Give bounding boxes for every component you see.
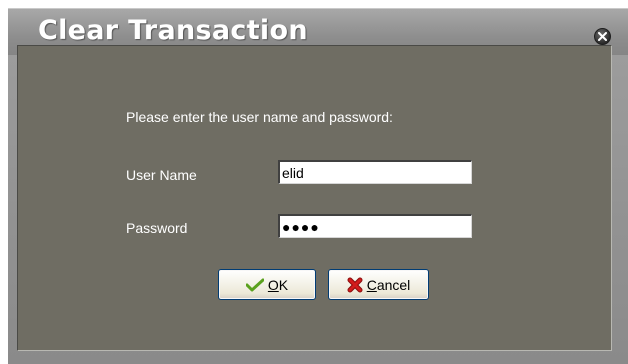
instruction-text: Please enter the user name and password: bbox=[126, 109, 393, 125]
red-x-icon bbox=[347, 277, 363, 292]
username-label: User Name bbox=[126, 167, 197, 183]
ok-label: OK bbox=[267, 276, 289, 293]
checkmark-icon bbox=[245, 278, 264, 291]
dialog-title: Clear Transaction bbox=[38, 15, 308, 46]
cancel-label: Cancel bbox=[366, 276, 411, 293]
username-input[interactable] bbox=[278, 160, 472, 184]
dialog-body: Please enter the user name and password:… bbox=[17, 45, 612, 351]
password-label: Password bbox=[126, 220, 188, 236]
cancel-button[interactable]: Cancel bbox=[328, 269, 429, 300]
close-button[interactable] bbox=[594, 28, 611, 45]
ok-button[interactable]: OK bbox=[218, 269, 316, 300]
close-icon bbox=[598, 32, 607, 41]
password-input[interactable]: ●●●● bbox=[278, 214, 472, 238]
clear-transaction-dialog: Clear Transaction Please enter the user … bbox=[8, 8, 628, 364]
